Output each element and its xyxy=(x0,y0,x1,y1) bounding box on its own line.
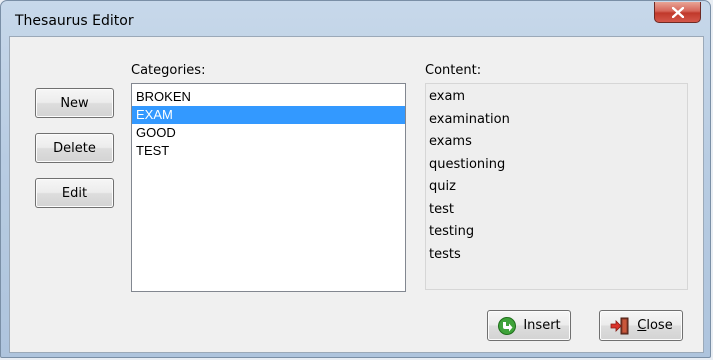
delete-button[interactable]: Delete xyxy=(35,133,114,163)
content-item[interactable]: questioning xyxy=(426,154,687,177)
insert-arrow-icon xyxy=(498,316,517,335)
categories-list[interactable]: BROKEN EXAM GOOD TEST xyxy=(131,83,406,292)
category-item[interactable]: BROKEN xyxy=(132,88,405,106)
content-item[interactable]: exams xyxy=(426,131,687,154)
title-bar[interactable]: Thesaurus Editor xyxy=(1,1,710,37)
close-button[interactable]: Close xyxy=(599,310,683,341)
category-item-selected[interactable]: EXAM xyxy=(132,106,405,124)
close-label: Close xyxy=(637,318,672,333)
content-item[interactable]: test xyxy=(426,199,687,222)
content-label: Content: xyxy=(425,63,482,78)
content-item[interactable]: testing xyxy=(426,221,687,244)
edit-button[interactable]: Edit xyxy=(35,178,114,208)
category-item[interactable]: GOOD xyxy=(132,124,405,142)
content-list[interactable]: exam examination exams questioning quiz … xyxy=(425,83,688,290)
new-button[interactable]: New xyxy=(35,88,114,118)
exit-door-icon xyxy=(610,317,629,334)
category-item[interactable]: TEST xyxy=(132,142,405,160)
content-item[interactable]: examination xyxy=(426,109,687,132)
window-title: Thesaurus Editor xyxy=(15,13,134,29)
close-label-rest: lose xyxy=(646,318,673,333)
close-icon xyxy=(671,6,684,18)
dialog-body: New Delete Edit Categories: BROKEN EXAM … xyxy=(9,36,704,353)
window-close-button[interactable] xyxy=(654,2,701,23)
content-item[interactable]: tests xyxy=(426,244,687,267)
insert-button[interactable]: Insert xyxy=(487,310,571,341)
insert-label: Insert xyxy=(523,318,561,333)
categories-label: Categories: xyxy=(131,63,206,78)
close-mnemonic: C xyxy=(637,318,647,333)
content-item[interactable]: quiz xyxy=(426,176,687,199)
thesaurus-editor-window: Thesaurus Editor New Delete Edit Categor… xyxy=(0,0,711,358)
content-item[interactable]: exam xyxy=(426,86,687,109)
